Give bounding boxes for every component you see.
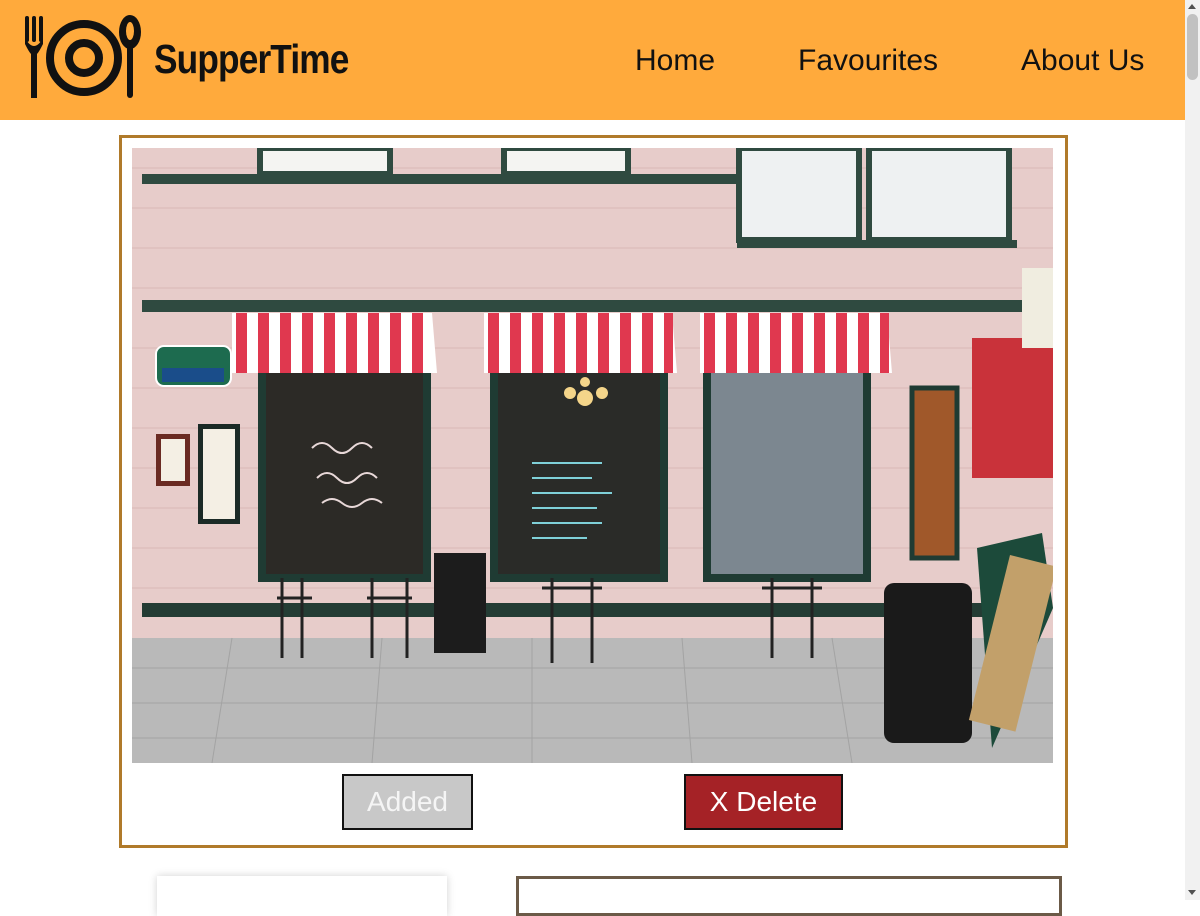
nav-favourites-link[interactable]: Favourites	[798, 44, 938, 78]
next-card-left	[157, 876, 447, 916]
fork-plate-spoon-icon[interactable]	[22, 14, 146, 102]
site-header: SupperTime Home Favourites About Us	[0, 0, 1185, 120]
scrollbar-thumb[interactable]	[1187, 14, 1198, 80]
restaurant-photo	[132, 148, 1053, 763]
delete-button[interactable]: X Delete	[684, 774, 843, 830]
scroll-down-arrow-icon[interactable]	[1188, 890, 1196, 895]
scroll-up-arrow-icon[interactable]	[1188, 4, 1196, 9]
next-card-right	[516, 876, 1062, 916]
restaurant-storefront-image	[132, 148, 1053, 763]
page-scrollbar[interactable]	[1185, 0, 1200, 900]
nav-home-link[interactable]: Home	[635, 44, 715, 78]
added-button[interactable]: Added	[342, 774, 473, 830]
brand-name[interactable]: SupperTime	[154, 36, 349, 83]
nav-about-link[interactable]: About Us	[1021, 44, 1144, 78]
restaurant-card: Added X Delete	[119, 135, 1068, 848]
